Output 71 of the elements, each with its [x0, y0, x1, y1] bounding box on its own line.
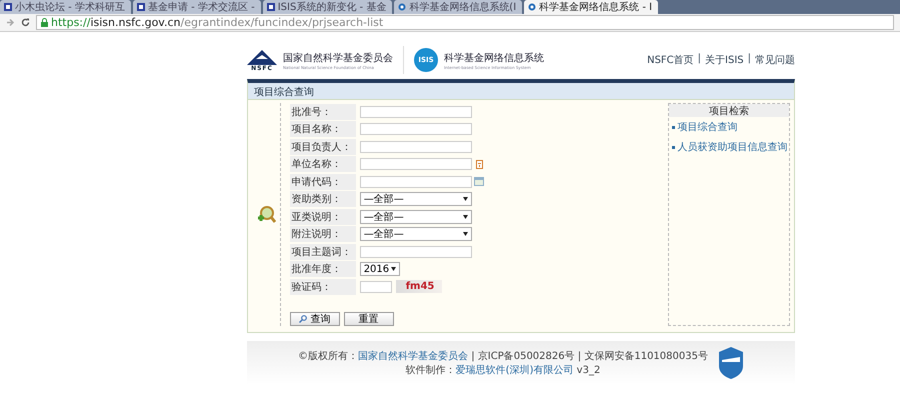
system-name: 科学基金网络信息系统: [444, 52, 544, 64]
header-link[interactable]: 关于ISIS: [705, 53, 744, 67]
reset-button[interactable]: 重置: [344, 312, 394, 326]
tab-title: 科学基金网络信息系统(I: [409, 0, 516, 14]
footer-link[interactable]: 国家自然科学基金委员会: [358, 350, 468, 362]
forward-icon[interactable]: [6, 18, 15, 27]
caret-icon: [462, 214, 468, 219]
field-label: 批准年度：: [290, 261, 356, 278]
dropdown[interactable]: —全部—: [360, 192, 472, 206]
year-dropdown[interactable]: 2016: [360, 262, 400, 276]
captcha-image: fm45: [396, 280, 442, 294]
field-label: 亚类说明：: [290, 208, 356, 225]
site-icon: [4, 3, 12, 11]
panel-title: 项目综合查询: [248, 83, 794, 100]
copyright-text: ©版权所有：国家自然科学基金委员会 | 京ICP备05002826号 | 文保网安备1101080035号: [298, 350, 708, 362]
input-field[interactable]: [360, 123, 472, 136]
separator: |: [748, 53, 751, 66]
field-label: 项目主题词：: [290, 244, 356, 260]
dropdown[interactable]: —全部—: [360, 210, 472, 224]
sidebar-link[interactable]: 项目综合查询: [668, 117, 789, 137]
input-field[interactable]: [360, 106, 472, 118]
browser-tab[interactable]: 科学基金网络信息系统 - I: [524, 0, 658, 14]
globe-icon: [528, 3, 536, 11]
browser-tab[interactable]: 基金申请 - 学术交流区 -: [132, 0, 261, 14]
sidebar-title: 项目检索: [668, 104, 789, 117]
input-field[interactable]: [360, 158, 472, 170]
field-label: 单位名称：: [290, 156, 356, 172]
search-button[interactable]: 查询: [290, 312, 340, 326]
reload-icon[interactable]: [21, 18, 30, 27]
mountain-logo-icon: [247, 48, 277, 64]
tab-title: 基金申请 - 学术交流区 -: [148, 0, 255, 14]
search-icon: [298, 314, 307, 322]
browser-tab[interactable]: 科学基金网络信息系统(I: [394, 0, 522, 14]
header-link[interactable]: 常见问题: [755, 53, 795, 67]
field-label: 附注说明：: [290, 226, 356, 242]
sidebar-link[interactable]: 人员获资助项目信息查询: [668, 137, 789, 157]
separator: |: [698, 53, 702, 66]
tab-title: 科学基金网络信息系统 - I: [539, 0, 652, 14]
header-link[interactable]: NSFC首页: [647, 53, 694, 67]
input-field[interactable]: [360, 140, 472, 153]
caret-icon: [462, 197, 468, 202]
org-name: 国家自然科学基金委员会: [283, 52, 393, 64]
lock-icon: [41, 18, 48, 27]
caret-icon: [462, 232, 468, 236]
address-bar[interactable]: https://isisn.nsfc.gov.cn/egrantindex/funcindex/prjsearch-list: [36, 15, 894, 30]
browser-tab[interactable]: 小木虫论坛 - 学术科研互: [0, 0, 131, 14]
bullet-icon: [672, 126, 675, 128]
field-label: 验证码：: [290, 278, 356, 295]
tab-title: 小木虫论坛 - 学术科研互: [15, 0, 125, 14]
site-icon: [136, 3, 145, 11]
field-label: 批准号：: [290, 104, 356, 120]
shield-badge-icon: [718, 346, 744, 380]
magnifier-icon: [256, 205, 276, 224]
dropdown[interactable]: —全部—: [360, 227, 472, 242]
credits-text: 软件制作：爱瑞思软件(深圳)有限公司 v3_2: [406, 364, 600, 376]
field-label: 申请代码：: [290, 174, 356, 190]
captcha-input[interactable]: [360, 280, 392, 293]
bullet-icon: [672, 146, 675, 148]
picker-icon[interactable]: [474, 177, 484, 186]
input-field[interactable]: [360, 176, 472, 188]
globe-icon: [398, 3, 406, 11]
site-icon: [266, 3, 275, 11]
field-label: 项目负责人：: [290, 138, 356, 155]
help-icon[interactable]: [476, 160, 483, 169]
input-field[interactable]: [360, 246, 472, 258]
browser-tab[interactable]: ISIS系统的新变化 - 基金: [262, 0, 392, 14]
caret-icon: [390, 267, 396, 272]
field-label: 资助类别：: [290, 191, 356, 208]
tab-title: ISIS系统的新变化 - 基金: [278, 0, 386, 14]
field-label: 项目名称：: [290, 121, 356, 138]
footer-link[interactable]: 爱瑞思软件(深圳)有限公司: [456, 364, 574, 376]
